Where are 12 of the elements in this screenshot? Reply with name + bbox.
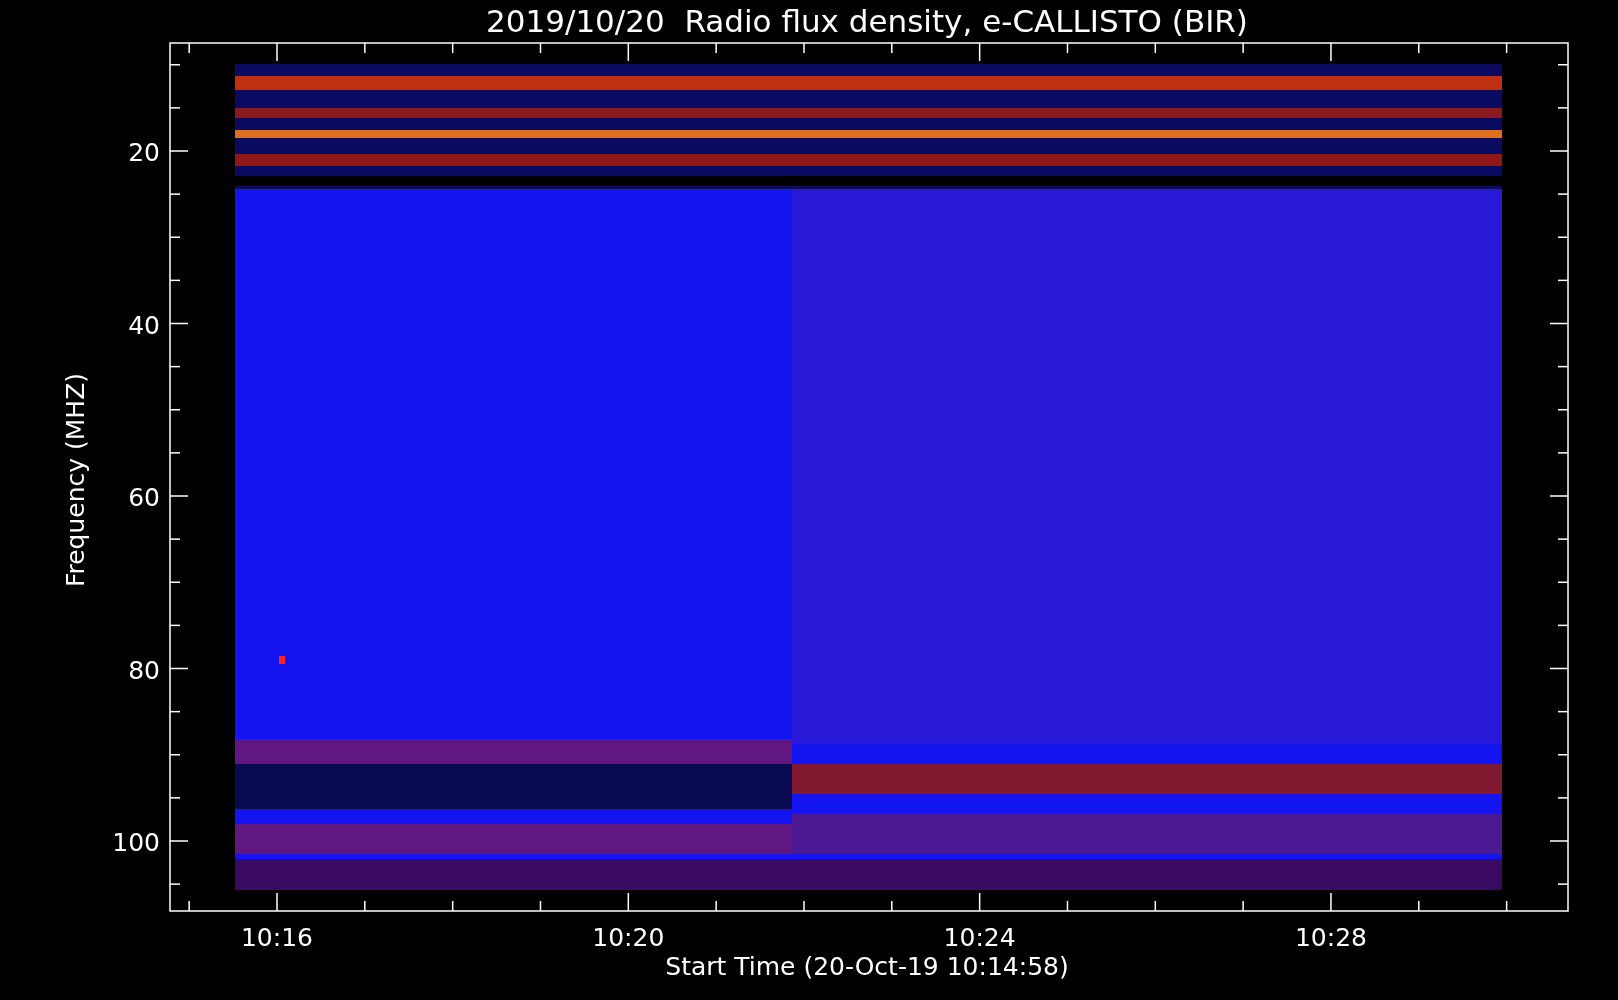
y-tick-label: 60 — [128, 483, 160, 512]
y-tick-label: 20 — [128, 138, 160, 167]
x-tick-label: 10:16 — [241, 923, 313, 952]
x-tick-label: 10:28 — [1294, 923, 1367, 952]
chart-title: 2019/10/20 Radio flux density, e-CALLISTO (BIR) — [486, 3, 1248, 39]
x-axis-label: Start Time (20-Oct-19 10:14:58) — [665, 952, 1069, 981]
x-tick-label: 10:24 — [943, 923, 1016, 952]
x-tick-label: 10:20 — [592, 923, 665, 952]
y-axis-label: Frequency (MHZ) — [61, 372, 90, 588]
y-tick-label: 40 — [128, 310, 160, 340]
y-tick-label: 100 — [112, 828, 160, 857]
y-tick-label: 80 — [128, 655, 160, 685]
